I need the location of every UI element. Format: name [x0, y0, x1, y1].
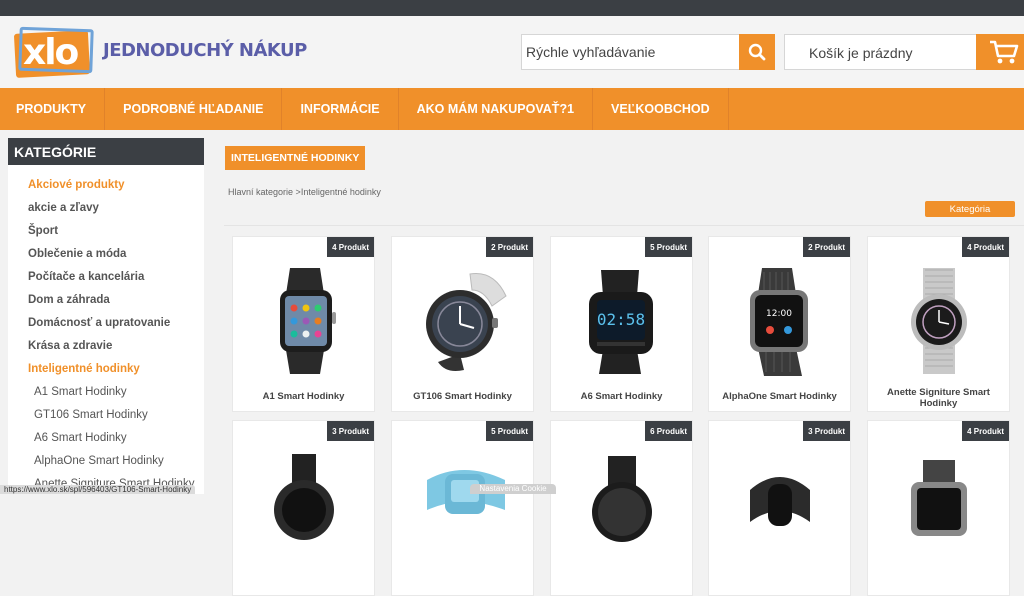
product-image[interactable]: 02:58 — [551, 257, 692, 385]
watch-icon — [425, 272, 507, 371]
product-count-badge: 6 Produkt — [645, 421, 692, 441]
watch-icon — [279, 268, 336, 374]
nav-item-informacie[interactable]: INFORMÁCIE — [282, 88, 399, 130]
product-count-badge: 2 Produkt — [803, 237, 850, 257]
top-bar — [0, 0, 1024, 16]
product-card[interactable]: 3 Produkt — [708, 420, 851, 596]
sidebar-item-sport[interactable]: Šport — [8, 219, 204, 242]
product-count-badge: 5 Produkt — [486, 421, 533, 441]
divider — [224, 225, 1024, 226]
header: xlo JEDNODUCHÝ NÁKUP Košík je prázdny — [0, 16, 1024, 88]
product-card[interactable]: 4 Produkt — [867, 420, 1010, 596]
product-name[interactable]: Anette Signiture Smart Hodinky — [868, 387, 1009, 409]
logo-text: xlo — [23, 32, 79, 73]
sidebar-item-pocitace[interactable]: Počítače a kancelária — [8, 265, 204, 288]
breadcrumb-separator: > — [293, 187, 301, 197]
product-count-badge: 4 Produkt — [962, 421, 1009, 441]
product-count-badge: 5 Produkt — [645, 237, 692, 257]
site-logo[interactable]: xlo — [13, 26, 95, 78]
sidebar-subitem-a6[interactable]: A6 Smart Hodinky — [8, 426, 204, 449]
search-button[interactable] — [739, 34, 775, 70]
page-title: INTELIGENTNÉ HODINKY — [225, 146, 366, 170]
sidebar-subitem-gt106[interactable]: GT106 Smart Hodinky — [8, 403, 204, 426]
product-card[interactable]: 5 Produkt — [391, 420, 534, 596]
category-sidebar: KATEGÓRIE Akciové produkty akcie a zľavy… — [8, 138, 204, 494]
product-count-badge: 3 Produkt — [327, 421, 374, 441]
sidebar-item-domacnost[interactable]: Domácnosť a upratovanie — [8, 311, 204, 334]
sidebar-subitem-alphaone[interactable]: AlphaOne Smart Hodinky — [8, 449, 204, 472]
sidebar-item-dom-a-zahrada[interactable]: Dom a záhrada — [8, 288, 204, 311]
product-image[interactable] — [868, 441, 1009, 569]
watch-icon — [910, 268, 967, 374]
product-image[interactable] — [233, 257, 374, 385]
cart-button[interactable] — [976, 34, 1024, 70]
product-card[interactable]: 2 Produkt 12:00 AlphaOne Smart Hodinky — [708, 236, 851, 412]
search-input[interactable] — [522, 35, 742, 69]
watch-icon — [591, 456, 652, 542]
product-image[interactable] — [392, 257, 533, 385]
main-content: INTELIGENTNÉ HODINKY Hlavní kategorie >I… — [224, 138, 1024, 596]
product-card[interactable]: 5 Produkt 02:58 A6 Smart Hodinky — [550, 236, 693, 412]
search-icon — [748, 43, 766, 61]
product-count-badge: 3 Produkt — [803, 421, 850, 441]
cart-box[interactable]: Košík je prázdny — [784, 34, 1024, 70]
watch-icon: 02:58 — [588, 270, 653, 374]
sidebar-item-akciove-produkty[interactable]: Akciové produkty — [8, 173, 204, 196]
product-name[interactable]: GT106 Smart Hodinky — [392, 391, 533, 402]
product-image[interactable] — [233, 441, 374, 569]
product-card[interactable]: 4 Produkt A1 Smart Hodinky — [232, 236, 375, 412]
main-nav: PRODUKTY PODROBNÉ HĽADANIE INFORMÁCIE AK… — [0, 88, 1024, 130]
sidebar-item-krasa-a-zdravie[interactable]: Krása a zdravie — [8, 334, 204, 357]
category-button[interactable]: Kategória — [925, 201, 1015, 217]
breadcrumb: Hlavní kategorie >Inteligentné hodinky — [228, 187, 381, 197]
cart-label: Košík je prázdny — [809, 45, 913, 61]
product-name[interactable]: AlphaOne Smart Hodinky — [709, 391, 850, 402]
watch-icon — [273, 454, 334, 540]
nav-item-produkty[interactable]: PRODUKTY — [0, 88, 106, 130]
site-tagline[interactable]: JEDNODUCHÝ NÁKUP — [103, 40, 307, 61]
breadcrumb-home[interactable]: Hlavní kategorie — [228, 187, 293, 197]
nav-item-podrobne-hladanie[interactable]: PODROBNÉ HĽADANIE — [105, 88, 283, 130]
cookie-settings-button[interactable]: Nastavenia Cookie — [470, 484, 556, 494]
product-count-badge: 4 Produkt — [327, 237, 374, 257]
sidebar-item-oblecenie[interactable]: Oblečenie a móda — [8, 242, 204, 265]
nav-item-ako-nakupovat[interactable]: AKO MÁM NAKUPOVAŤ?1 — [399, 88, 594, 130]
sidebar-subitem-a1[interactable]: A1 Smart Hodinky — [8, 380, 204, 403]
watch-icon — [910, 460, 967, 536]
product-count-badge: 4 Produkt — [962, 237, 1009, 257]
nav-item-velkoobchod[interactable]: VEĽKOOBCHOD — [593, 88, 729, 130]
product-card[interactable]: 6 Produkt — [550, 420, 693, 596]
watch-icon — [749, 477, 810, 526]
svg-text:12:00: 12:00 — [766, 309, 792, 319]
product-card[interactable]: 3 Produkt — [232, 420, 375, 596]
search-box — [521, 34, 775, 70]
product-image[interactable]: 12:00 — [709, 257, 850, 385]
product-name[interactable]: A1 Smart Hodinky — [233, 391, 374, 402]
watch-icon: 12:00 — [749, 267, 808, 376]
product-card[interactable]: 2 Produkt GT106 Smart Hodinky — [391, 236, 534, 412]
sidebar-item-akcie-a-zlavy[interactable]: akcie a zľavy — [8, 196, 204, 219]
product-name[interactable]: A6 Smart Hodinky — [551, 391, 692, 402]
sidebar-title: KATEGÓRIE — [8, 138, 204, 165]
product-image[interactable] — [709, 441, 850, 569]
product-card[interactable]: 4 Produkt Anette Signiture Smart Hodinky — [867, 236, 1010, 412]
watch-icon — [426, 470, 505, 514]
svg-text:02:58: 02:58 — [596, 310, 644, 329]
product-image[interactable] — [551, 441, 692, 569]
product-count-badge: 2 Produkt — [486, 237, 533, 257]
shopping-cart-icon — [990, 40, 1019, 64]
breadcrumb-current[interactable]: Inteligentné hodinky — [301, 187, 381, 197]
category-list: Akciové produkty akcie a zľavy Šport Obl… — [8, 165, 204, 495]
product-image[interactable] — [868, 257, 1009, 385]
product-image[interactable] — [392, 441, 533, 569]
sidebar-item-inteligentne-hodinky[interactable]: Inteligentné hodinky — [8, 357, 204, 380]
status-bar-url: https://www.xlo.sk/spl/596403/GT106-Smar… — [0, 485, 196, 494]
